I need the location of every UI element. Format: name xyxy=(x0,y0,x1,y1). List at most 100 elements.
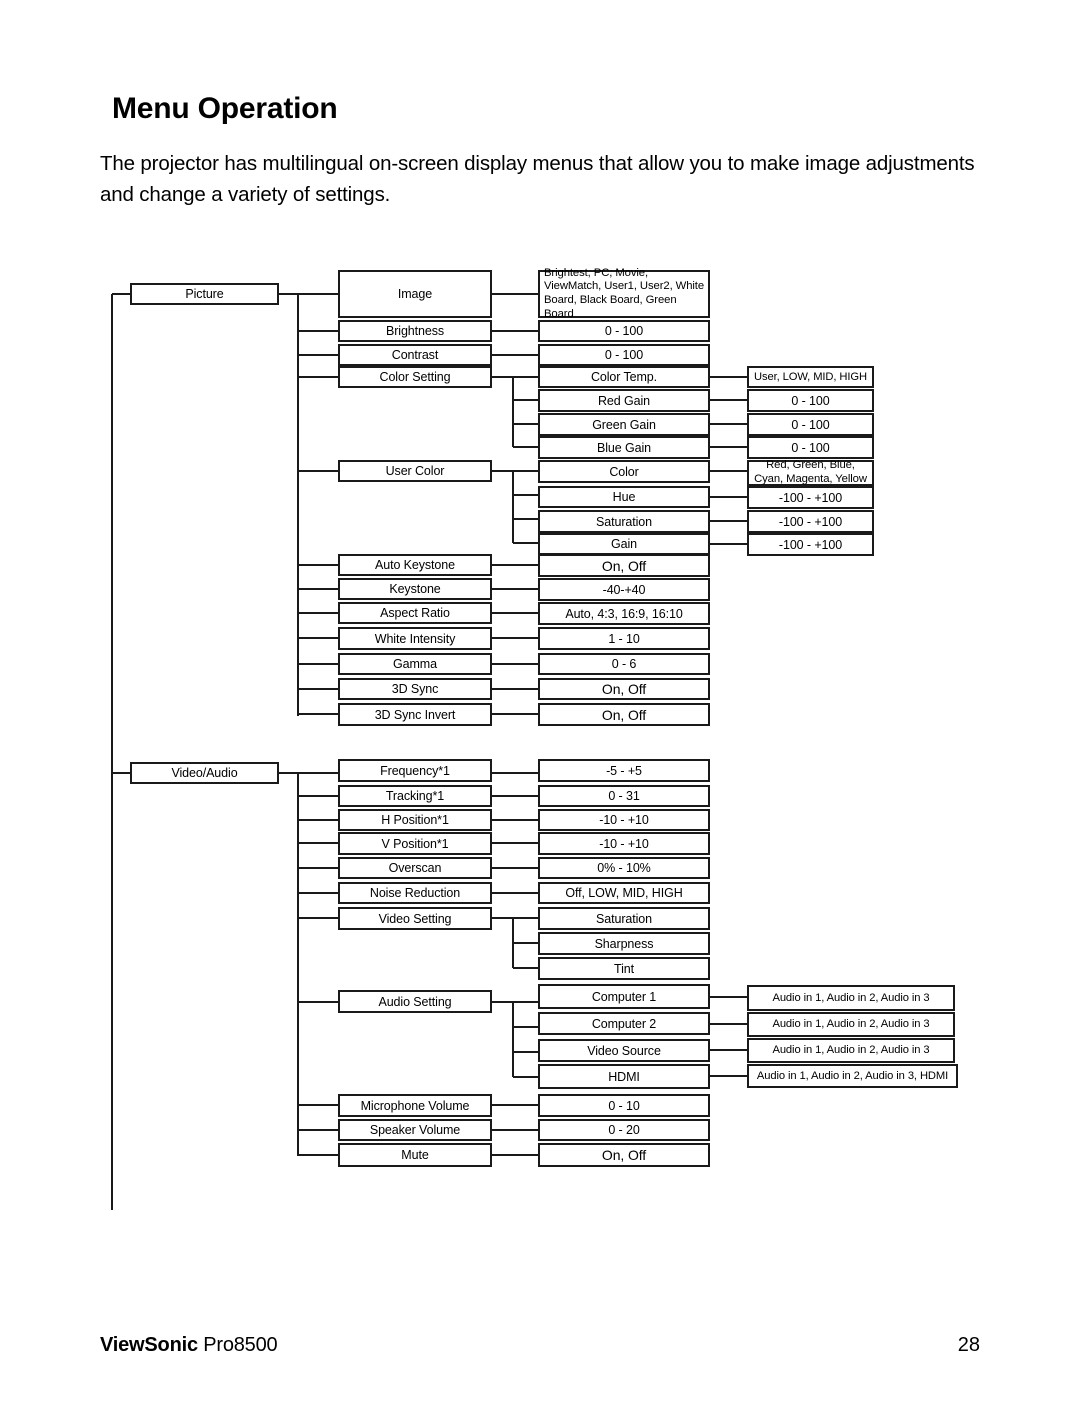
value-blue-gain-range: 0 - 100 xyxy=(747,436,874,459)
node-label: Computer 1 xyxy=(591,989,657,1004)
node-label: Tint xyxy=(614,961,634,976)
node-contrast[interactable]: Contrast xyxy=(338,344,492,366)
value-saturation-range: -100 - +100 xyxy=(747,510,874,533)
node-green-gain[interactable]: Green Gain xyxy=(538,413,710,436)
node-label: Color xyxy=(609,464,639,479)
node-color-setting[interactable]: Color Setting xyxy=(338,366,492,388)
node-video-source[interactable]: Video Source xyxy=(538,1039,710,1062)
node-label: Auto Keystone xyxy=(374,558,455,572)
node-label: Red Gain xyxy=(597,393,650,408)
node-value: User, LOW, MID, HIGH xyxy=(754,370,867,383)
node-label: Audio Setting xyxy=(378,994,452,1009)
value-microphone-volume-range: 0 - 10 xyxy=(538,1094,710,1117)
node-label: Gamma xyxy=(393,657,437,671)
value-white-intensity-range: 1 - 10 xyxy=(538,627,710,650)
value-noise-reduction: Off, LOW, MID, HIGH xyxy=(538,882,710,904)
node-video-setting[interactable]: Video Setting xyxy=(338,907,492,930)
node-aspect-ratio[interactable]: Aspect Ratio xyxy=(338,602,492,624)
node-label: Speaker Volume xyxy=(369,1123,461,1137)
value-brightness-range: 0 - 100 xyxy=(538,320,710,342)
diagram-connectors xyxy=(110,292,747,1210)
node-value: On, Off xyxy=(601,706,647,723)
node-label: Frequency*1 xyxy=(380,763,450,778)
node-user-color[interactable]: User Color xyxy=(338,460,492,482)
node-label: Sharpness xyxy=(594,936,654,951)
node-label: V Position*1 xyxy=(381,836,449,851)
node-sharpness[interactable]: Sharpness xyxy=(538,932,710,955)
node-label: HDMI xyxy=(608,1069,640,1084)
node-red-gain[interactable]: Red Gain xyxy=(538,389,710,412)
value-keystone-range: -40-+40 xyxy=(538,578,710,601)
node-auto-keystone[interactable]: Auto Keystone xyxy=(338,554,492,576)
value-auto-keystone: On, Off xyxy=(538,554,710,577)
node-video-audio[interactable]: Video/Audio xyxy=(130,762,279,784)
value-contrast-range: 0 - 100 xyxy=(538,344,710,366)
node-label: Picture xyxy=(185,287,224,301)
node-label: Aspect Ratio xyxy=(380,606,450,620)
node-color-temp[interactable]: Color Temp. xyxy=(538,366,710,388)
node-value: Red, Green, Blue, Cyan, Magenta, Yellow xyxy=(754,459,867,485)
node-value: Audio in 1, Audio in 2, Audio in 3 xyxy=(772,1018,930,1030)
node-value: On, Off xyxy=(601,681,647,697)
value-computer-2-audio: Audio in 1, Audio in 2, Audio in 3 xyxy=(747,1012,955,1037)
value-computer-1-audio: Audio in 1, Audio in 2, Audio in 3 xyxy=(747,985,955,1011)
node-value: Off, LOW, MID, HIGH xyxy=(565,886,683,900)
node-keystone[interactable]: Keystone xyxy=(338,578,492,600)
node-saturation-usercolor[interactable]: Saturation xyxy=(538,510,710,533)
node-3d-sync-invert[interactable]: 3D Sync Invert xyxy=(338,703,492,726)
node-value: Audio in 1, Audio in 2, Audio in 3 xyxy=(772,1044,930,1056)
node-computer-1[interactable]: Computer 1 xyxy=(538,984,710,1009)
node-label: Color Setting xyxy=(379,370,451,384)
node-label: Gain xyxy=(610,537,637,551)
footer-brand: ViewSonic Pro8500 xyxy=(100,1334,278,1357)
node-picture[interactable]: Picture xyxy=(130,283,279,305)
node-value: Brightest, PC, Movie, ViewMatch, User1, … xyxy=(544,266,705,320)
node-tracking[interactable]: Tracking*1 xyxy=(338,785,492,807)
node-hdmi[interactable]: HDMI xyxy=(538,1064,710,1089)
node-label: Video/Audio xyxy=(171,766,238,780)
node-value: On, Off xyxy=(601,1147,647,1163)
node-image[interactable]: Image xyxy=(338,270,492,318)
node-audio-setting[interactable]: Audio Setting xyxy=(338,990,492,1013)
node-gain[interactable]: Gain xyxy=(538,533,710,555)
node-label: Mute xyxy=(401,1148,429,1162)
node-label: Hue xyxy=(612,490,636,504)
node-value: 0% - 10% xyxy=(597,861,651,875)
node-h-position[interactable]: H Position*1 xyxy=(338,809,492,831)
node-label: White Intensity xyxy=(374,631,456,646)
node-3d-sync[interactable]: 3D Sync xyxy=(338,678,492,700)
node-label: 3D Sync xyxy=(391,682,439,696)
node-white-intensity[interactable]: White Intensity xyxy=(338,627,492,650)
node-value: -100 - +100 xyxy=(778,490,843,505)
node-label: Green Gain xyxy=(592,417,656,432)
node-hue[interactable]: Hue xyxy=(538,486,710,508)
node-label: Video Setting xyxy=(378,911,452,926)
node-value: 0 - 100 xyxy=(604,324,644,338)
node-tint[interactable]: Tint xyxy=(538,957,710,980)
value-mute: On, Off xyxy=(538,1143,710,1167)
node-frequency[interactable]: Frequency*1 xyxy=(338,759,492,782)
footer-brand-name: ViewSonic xyxy=(100,1334,198,1356)
node-color[interactable]: Color xyxy=(538,460,710,483)
node-noise-reduction[interactable]: Noise Reduction xyxy=(338,882,492,904)
value-image-modes: Brightest, PC, Movie, ViewMatch, User1, … xyxy=(538,266,710,320)
value-aspect-ratio: Auto, 4:3, 16:9, 16:10 xyxy=(538,602,710,625)
node-value: On, Off xyxy=(601,557,647,574)
node-value: 0 - 100 xyxy=(791,417,830,432)
node-speaker-volume[interactable]: Speaker Volume xyxy=(338,1119,492,1141)
value-speaker-volume-range: 0 - 20 xyxy=(538,1119,710,1141)
node-label: Blue Gain xyxy=(597,440,651,455)
value-red-gain-range: 0 - 100 xyxy=(747,389,874,412)
node-v-position[interactable]: V Position*1 xyxy=(338,832,492,855)
node-computer-2[interactable]: Computer 2 xyxy=(538,1012,710,1035)
node-overscan[interactable]: Overscan xyxy=(338,857,492,879)
node-saturation-video[interactable]: Saturation xyxy=(538,907,710,930)
node-value: -10 - +10 xyxy=(599,813,649,827)
node-blue-gain[interactable]: Blue Gain xyxy=(538,436,710,459)
node-brightness[interactable]: Brightness xyxy=(338,320,492,342)
value-gain-range: -100 - +100 xyxy=(747,533,874,556)
node-gamma[interactable]: Gamma xyxy=(338,653,492,675)
node-microphone-volume[interactable]: Microphone Volume xyxy=(338,1094,492,1117)
node-label: Video Source xyxy=(587,1043,661,1058)
node-mute[interactable]: Mute xyxy=(338,1143,492,1167)
